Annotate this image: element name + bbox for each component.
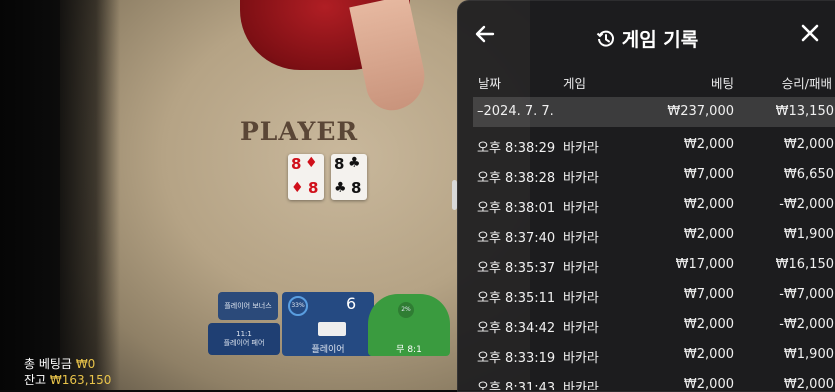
column-result: 승리/패배 <box>781 76 832 91</box>
table-row[interactable]: 오후 8:38:01 바카라 ₩2,000 -₩2,000 <box>473 190 835 220</box>
balance-value: ₩163,150 <box>49 373 112 387</box>
close-icon[interactable] <box>800 21 820 49</box>
column-date: 날짜 <box>478 76 502 91</box>
balance-label: 잔고 <box>24 373 47 387</box>
table-row[interactable]: 오후 8:37:40 바카라 ₩2,000 ₩1,900 <box>473 220 835 250</box>
column-bet: 베팅 <box>710 76 734 91</box>
table-row[interactable]: 오후 8:38:29 바카라 ₩2,000 ₩2,000 <box>473 130 835 160</box>
player-pair-spot[interactable]: 11:1 플레이어 페어 <box>208 323 280 355</box>
table-row[interactable]: 오후 8:33:19 바카라 ₩2,000 ₩1,900 <box>473 340 835 370</box>
player-bonus-spot[interactable]: 플레이어 보너스 <box>218 292 278 320</box>
betting-board: 플레이어 보너스 11:1 플레이어 페어 33% 6 플레이어 2% 무 8:… <box>190 290 470 390</box>
table-row[interactable]: 오후 8:35:37 바카라 ₩17,000 ₩16,150 <box>473 250 835 280</box>
table-row[interactable]: 오후 8:35:11 바카라 ₩7,000 -₩7,000 <box>473 280 835 310</box>
player-card-2: 8 ♣ ♣ 8 <box>331 154 367 200</box>
total-bet-label: 총 베팅금 <box>24 357 72 371</box>
table-row[interactable]: 오후 8:34:42 바카라 ₩2,000 -₩2,000 <box>473 310 835 340</box>
column-game: 게임 <box>563 76 587 91</box>
tie-spot[interactable]: 2% 무 8:1 <box>368 294 450 356</box>
table-row[interactable]: 오후 8:31:43 바카라 ₩2,000 ₩2,000 <box>473 370 835 390</box>
page-title: 게임 기록 <box>458 25 835 54</box>
left-shadow <box>0 0 120 390</box>
total-bet-value: ₩0 <box>75 357 96 371</box>
history-icon <box>596 29 616 54</box>
player-card-1: 8 ♦ ♦ 8 <box>288 154 324 200</box>
date-group-row[interactable]: –2024. 7. 7. ₩237,000 ₩13,150 <box>473 97 835 127</box>
player-spot[interactable]: 33% 6 플레이어 <box>282 292 374 356</box>
table-row[interactable]: 오후 8:38:28 바카라 ₩7,000 ₩6,650 <box>473 160 835 190</box>
game-history-panel: 게임 기록 날짜 게임 베팅 승리/패배 –2024. 7. 7. ₩237,0… <box>457 0 835 392</box>
balance-info: 총 베팅금 ₩0 잔고 ₩163,150 <box>24 356 111 388</box>
player-label: PLAYER <box>240 117 359 146</box>
panel-header: 게임 기록 <box>458 1 835 71</box>
